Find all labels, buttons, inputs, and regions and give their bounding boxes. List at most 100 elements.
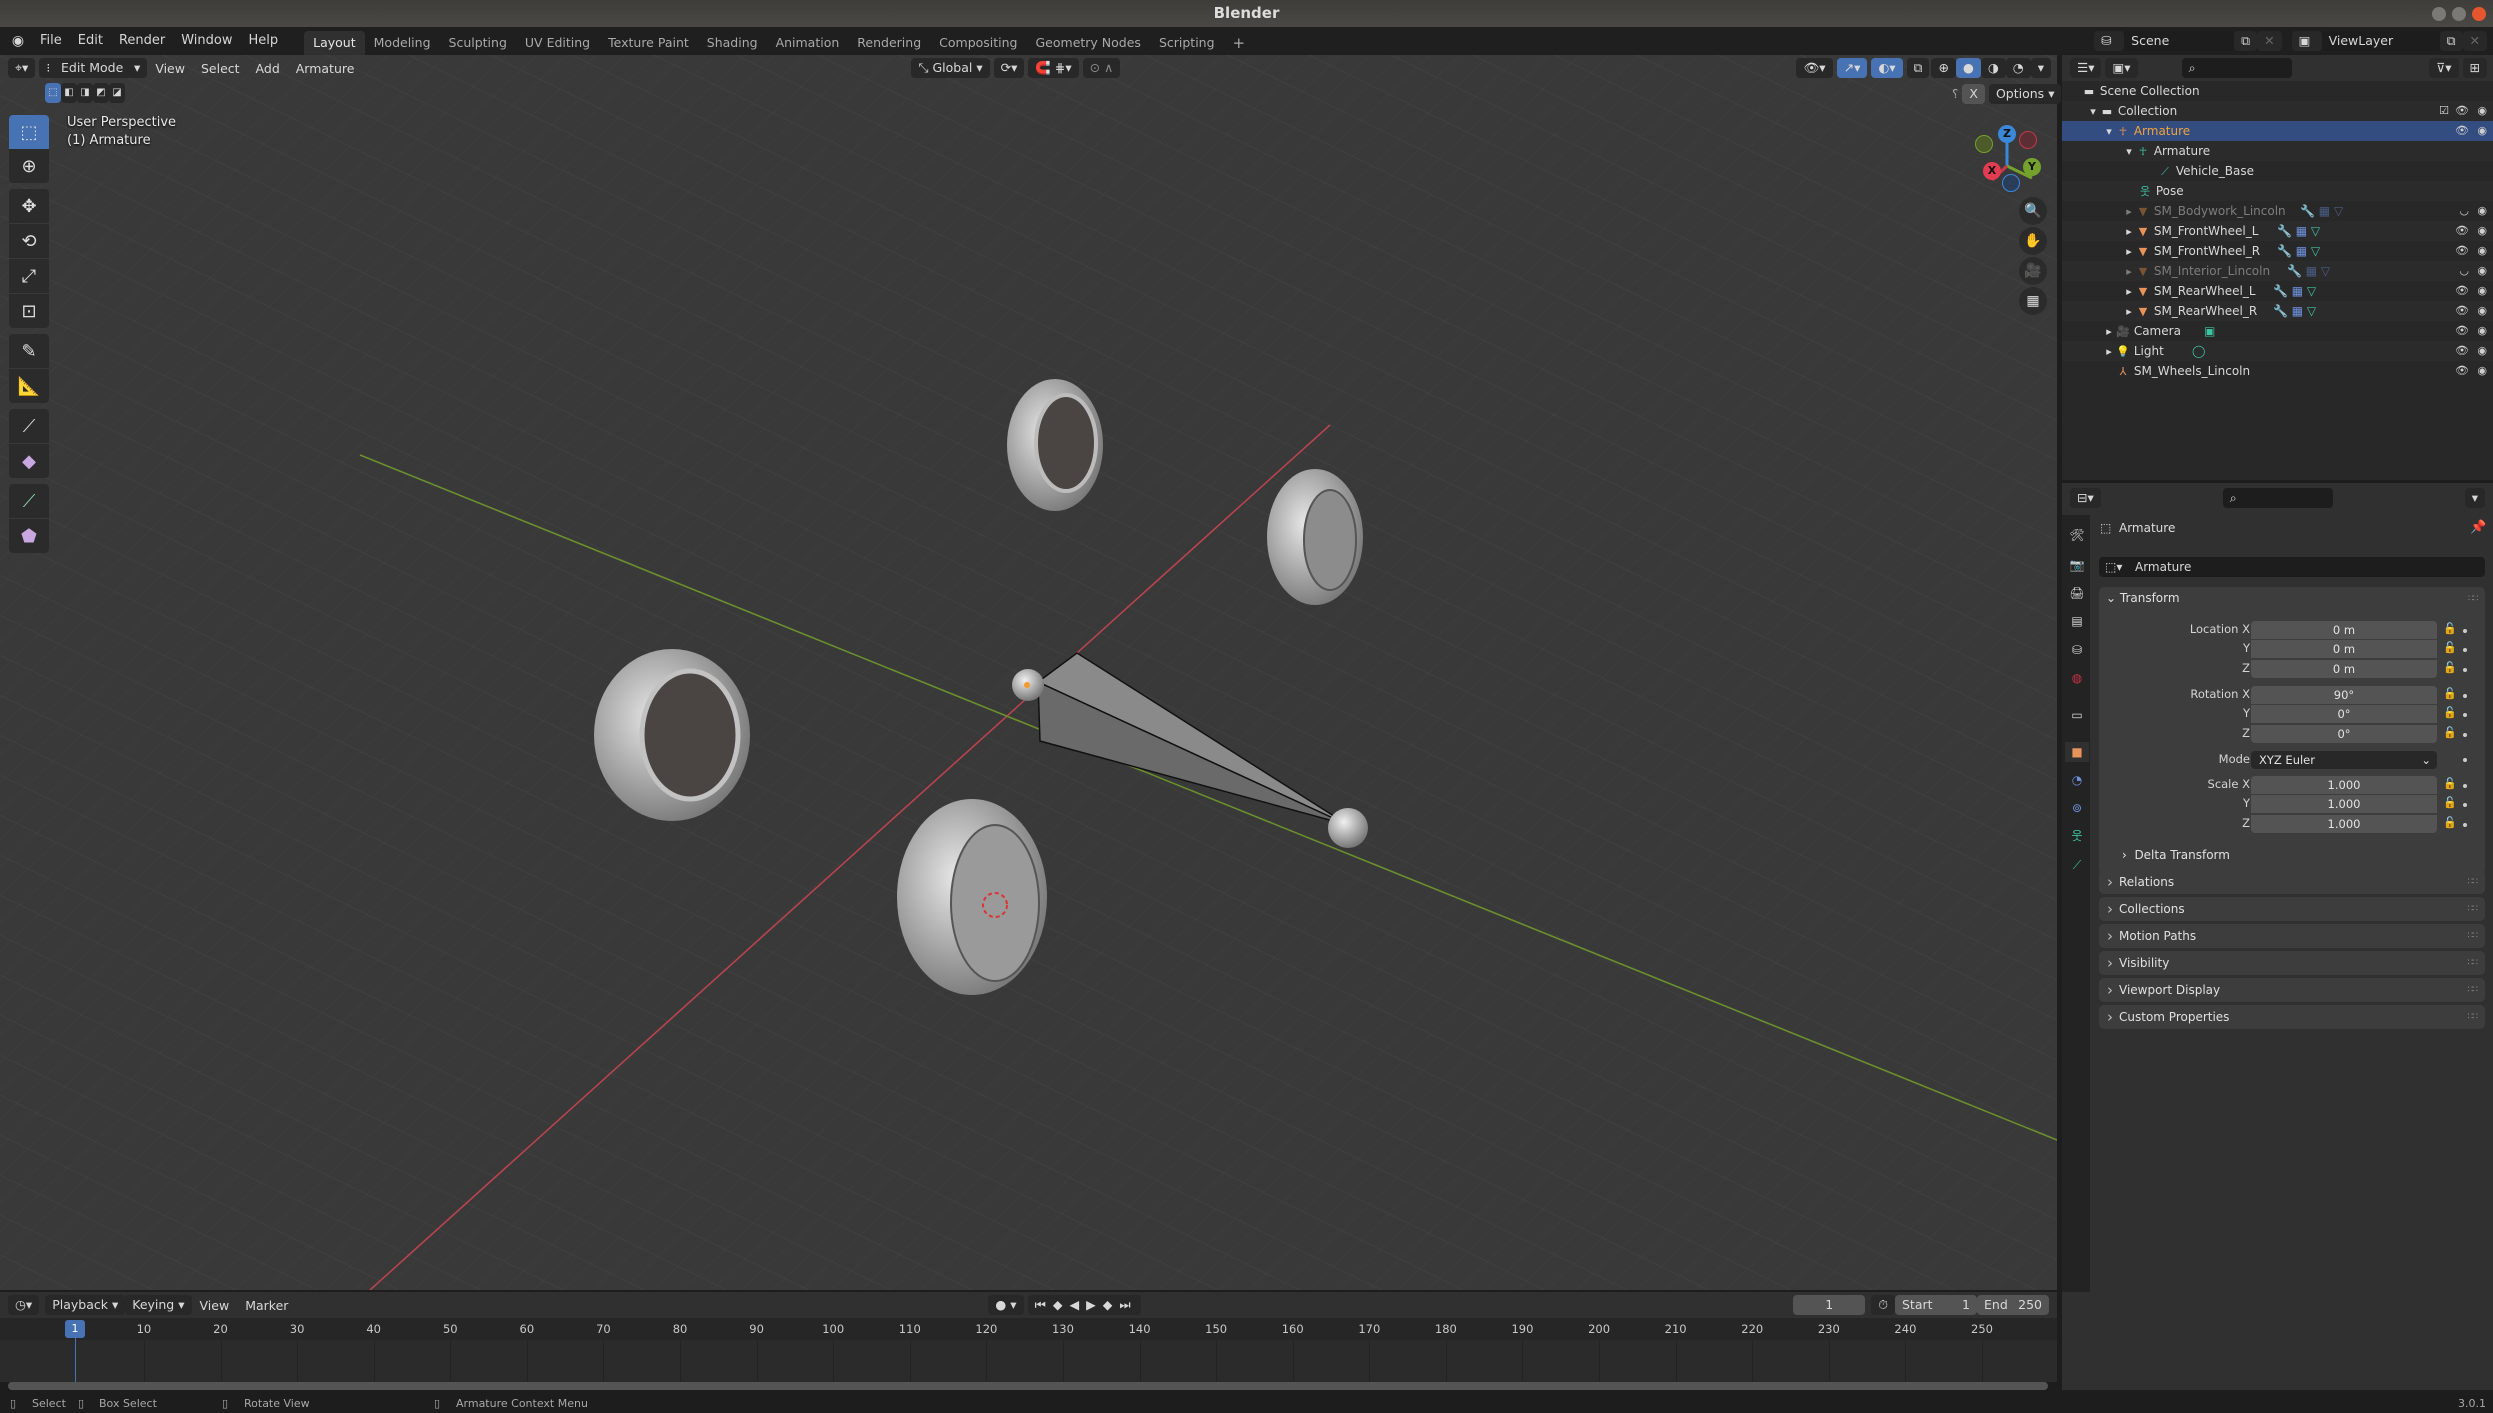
shading-options-dropdown[interactable]: ▾ [2030,58,2051,78]
transform-tool[interactable]: ⊡ [9,294,49,328]
rotation-x-field[interactable]: 90° [2251,686,2437,704]
select-intersect-icon[interactable]: ◪ [109,83,125,103]
mirror-x-toggle[interactable]: X [1962,84,1985,104]
timeline-view-menu[interactable]: View [192,1298,238,1313]
wheel-front-right[interactable] [897,799,1047,995]
filter-dropdown[interactable]: ⊽▾ [2429,58,2459,78]
properties-editor-type-icon[interactable]: ⊟▾ [2070,488,2101,508]
lock-icon[interactable]: 🔓 [2443,641,2457,654]
outliner-row-collection[interactable]: ▾ ▬ Collection ☑ 👁 ◉ [2062,101,2493,121]
keyframe-dot[interactable] [2463,668,2467,672]
tab-tool[interactable]: 🛠 [2067,525,2087,545]
mode-dropdown[interactable]: ⁝ Edit Mode ▾ [39,58,148,78]
rotation-z-field[interactable]: 0° [2251,725,2437,743]
jump-end-icon[interactable]: ⏭ [1119,1295,1133,1315]
keyframe-dot[interactable] [2463,629,2467,633]
eye-closed-icon[interactable]: ◡ [2459,201,2469,221]
scene-browse-icon[interactable]: ⛁ [2094,31,2125,51]
tab-view-layer[interactable]: ▤ [2067,611,2087,631]
timeline-scrollbar[interactable] [8,1382,2048,1390]
properties-search-input[interactable]: ⌕ [2222,488,2333,508]
start-frame-field[interactable]: Start 1 [1895,1295,1977,1315]
menu-edit[interactable]: Edit [70,27,111,55]
outliner-row-sm-wheels[interactable]: ⅄ SM_Wheels_Lincoln 👁 ◉ [2062,361,2493,381]
new-collection-button[interactable]: ⊞ [2462,58,2487,78]
zoom-view-button[interactable]: 🔍 [2019,197,2047,225]
gizmo-y-axis[interactable]: Y [2023,158,2041,176]
gizmo-z-axis[interactable]: Z [1998,125,2016,143]
keyframe-dot[interactable] [2463,648,2467,652]
render-camera-icon[interactable]: ◉ [2477,321,2487,341]
expand-icon[interactable]: ▾ [2086,102,2100,122]
panel-motion-paths[interactable]: Motion Paths∷∷ [2099,924,2485,948]
delete-viewlayer-icon[interactable]: ✕ [2462,31,2487,51]
keyframe-dot[interactable] [2463,733,2467,737]
select-box-tool[interactable]: ⬚ [9,115,49,149]
move-tool[interactable]: ✥ [9,189,49,223]
preview-range-toggle[interactable]: ⏱ [1871,1295,1895,1315]
bone-tail[interactable] [1328,808,1368,848]
drag-handle-icon[interactable]: ∷∷ [2468,951,2479,975]
outliner-row-sm-rearwheel-r[interactable]: ▸ ▼ SM_RearWheel_R 🔧 ▦ ▽ 👁 ◉ [2062,301,2493,321]
tab-output[interactable]: 🖨 [2067,583,2087,603]
visibility-dropdown[interactable]: 👁▾ [1796,58,1833,78]
render-camera-icon[interactable]: ◉ [2477,101,2487,121]
outliner-row-armature-data[interactable]: ▾ ☥ Armature [2062,141,2493,161]
auto-keying-toggle[interactable]: ● ▾ [988,1295,1024,1315]
pivot-point-dropdown[interactable]: ⟳▾ [993,58,1025,78]
xray-toggle[interactable]: ⧉ [1906,58,1930,78]
render-camera-icon[interactable]: ◉ [2477,261,2487,281]
measure-tool[interactable]: 📐 [9,369,49,403]
eye-icon[interactable]: 👁 [2455,281,2469,301]
transform-orientation-dropdown[interactable]: ⤡ Global ▾ [911,58,990,78]
outliner-row-camera[interactable]: ▸ 🎥 Camera ▣ 👁 ◉ [2062,321,2493,341]
snap-toggle[interactable]: 🧲 ⋕▾ [1028,58,1079,78]
eye-icon[interactable]: 👁 [2455,321,2469,341]
outliner-row-light[interactable]: ▸ 💡 Light ◯ 👁 ◉ [2062,341,2493,361]
tab-uv-editing[interactable]: UV Editing [516,31,599,55]
3d-viewport[interactable] [0,55,2057,1290]
editor-type-icon[interactable]: ⌖▾ [8,58,36,78]
scale-tool[interactable]: ⤢ [9,259,49,293]
pan-view-button[interactable]: ✋ [2019,227,2047,255]
drag-handle-icon[interactable]: ∷∷ [2468,594,2485,604]
exclude-checkbox[interactable]: ☑ [2439,101,2449,121]
gizmo-neg-z-axis[interactable] [2002,174,2020,192]
keyframe-dot[interactable] [2463,823,2467,827]
drag-handle-icon[interactable]: ∷∷ [2468,924,2479,948]
keyframe-dot[interactable] [2463,784,2467,788]
eye-icon[interactable]: 👁 [2455,221,2469,241]
blender-logo-icon[interactable]: ◉ [4,33,32,49]
wheel-rear-right[interactable] [1267,469,1363,605]
shading-solid[interactable]: ● [1955,58,1981,78]
timeline-marker-menu[interactable]: Marker [237,1298,296,1313]
play-reverse-icon[interactable]: ◀ [1069,1295,1082,1315]
outliner-row-sm-rearwheel-l[interactable]: ▸ ▼ SM_RearWheel_L 🔧 ▦ ▽ 👁 ◉ [2062,281,2493,301]
outliner-editor-type-icon[interactable]: ☰▾ [2070,58,2102,78]
play-icon[interactable]: ▶ [1086,1295,1099,1315]
menu-window[interactable]: Window [173,27,240,55]
panel-custom-properties[interactable]: Custom Properties∷∷ [2099,1005,2485,1029]
panel-viewport-display[interactable]: Viewport Display∷∷ [2099,978,2485,1002]
menu-add[interactable]: Add [248,61,288,76]
render-camera-icon[interactable]: ◉ [2477,201,2487,221]
menu-select[interactable]: Select [193,61,248,76]
render-camera-icon[interactable]: ◉ [2477,241,2487,261]
lock-icon[interactable]: 🔓 [2443,796,2457,809]
keyframe-dot[interactable] [2463,803,2467,807]
extrude-tool[interactable]: ⟋ [9,409,49,443]
drag-handle-icon[interactable]: ∷∷ [2468,897,2479,921]
close-button[interactable] [2472,7,2486,21]
gizmo-neg-y-axis[interactable] [1975,135,1993,153]
eye-icon[interactable]: 👁 [2455,241,2469,261]
shading-rendered[interactable]: ◔ [2005,58,2031,78]
delta-transform-subpanel[interactable]: › Delta Transform [2122,848,2230,862]
menu-view[interactable]: View [147,61,193,76]
scale-y-field[interactable]: 1.000 [2251,795,2437,813]
outliner-row-sm-frontwheel-r[interactable]: ▸ ▼ SM_FrontWheel_R 🔧 ▦ ▽ 👁 ◉ [2062,241,2493,261]
keying-menu[interactable]: Keying ▾ [125,1295,192,1315]
tab-object[interactable]: ■ [2065,742,2089,762]
location-z-field[interactable]: 0 m [2251,660,2437,678]
outliner-row-sm-bodywork[interactable]: ▸ ▼ SM_Bodywork_Lincoln 🔧 ▦ ▽ ◡ ◉ [2062,201,2493,221]
options-dropdown[interactable]: Options ▾ [1988,84,2062,104]
